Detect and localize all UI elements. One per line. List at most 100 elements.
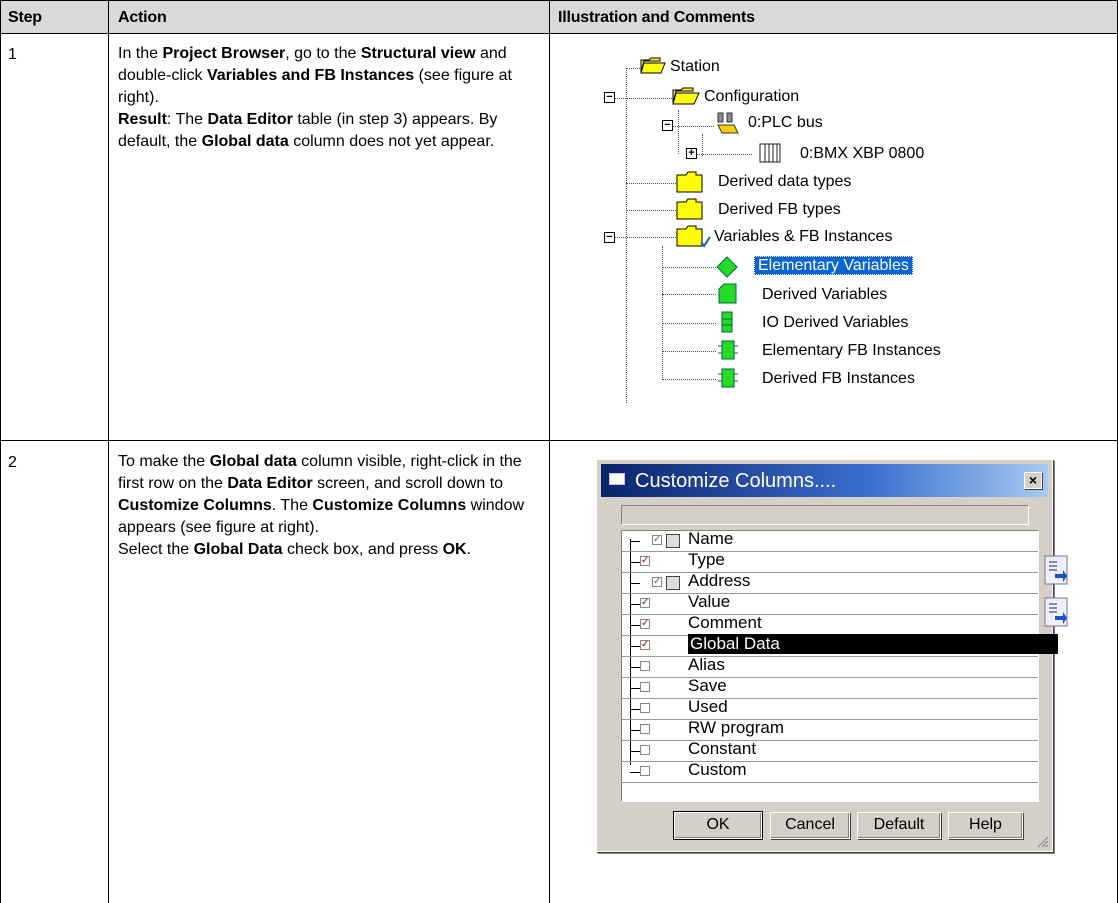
move-up-button[interactable] <box>1043 554 1071 588</box>
tree-item-station[interactable]: Station <box>670 58 720 76</box>
column-label: Value <box>688 592 731 611</box>
column-row[interactable]: ✓ Value <box>622 592 1038 615</box>
tree-item-variables[interactable]: Variables & FB Instances <box>714 228 892 246</box>
grid-line <box>0 0 1 903</box>
bold-term: Project Browser <box>162 45 286 62</box>
tree-connector <box>662 294 716 295</box>
collapse-toggle-icon[interactable]: − <box>662 120 673 131</box>
column-checkbox[interactable]: ✓ <box>640 598 650 608</box>
column-checkbox[interactable]: ✓ <box>640 640 650 650</box>
column-checkbox[interactable]: ✓ <box>640 619 650 629</box>
column-checkbox[interactable] <box>640 661 650 671</box>
cancel-button[interactable]: Cancel <box>770 812 850 839</box>
column-row[interactable]: ✓ Global Data <box>622 634 1058 657</box>
tree-item-derived-fb-types[interactable]: Derived FB types <box>718 201 841 219</box>
derived-variable-icon <box>718 283 737 304</box>
tree-item-elementary-fb-instances[interactable]: Elementary FB Instances <box>762 342 941 360</box>
folder-icon <box>676 198 703 220</box>
dialog-title-bar[interactable]: Customize Columns.... × <box>601 464 1048 497</box>
open-folder-icon <box>640 57 666 74</box>
collapse-toggle-icon[interactable]: − <box>604 92 615 103</box>
column-checkbox[interactable] <box>640 766 650 776</box>
tree-item-configuration[interactable]: Configuration <box>704 88 799 106</box>
action-text-run: : The <box>166 111 208 128</box>
tree-connector <box>630 625 640 626</box>
tree-connector <box>630 667 640 668</box>
action-text-run: . <box>466 541 472 558</box>
grid-line <box>0 0 1118 1</box>
tree-item-io-derived-variables[interactable]: IO Derived Variables <box>762 314 908 332</box>
column-row[interactable]: ✓ Type <box>622 550 1038 573</box>
tree-item-derived-fb-instances[interactable]: Derived FB Instances <box>762 370 915 388</box>
column-row[interactable]: Used <box>622 697 1038 720</box>
column-checkbox[interactable] <box>640 745 650 755</box>
tree-connector <box>630 541 640 542</box>
tree-connector <box>662 323 716 324</box>
project-browser-tree: − − + − Station Configuration 0:PLC bus … <box>596 50 996 410</box>
column-row[interactable]: ✓ Address <box>622 571 1038 594</box>
key-field-icon <box>666 534 680 548</box>
bold-term: Customize Columns <box>118 497 272 514</box>
column-label: Address <box>688 571 751 590</box>
plc-bus-icon <box>717 112 739 134</box>
column-row[interactable]: Constant <box>622 739 1038 762</box>
collapse-toggle-icon[interactable]: − <box>604 232 615 243</box>
bold-term: Global data <box>201 133 289 150</box>
tree-connector <box>626 183 676 184</box>
column-list[interactable]: ✓ Name ✓ Type ✓ Address ✓ Value ✓ Comment ✓ Global … <box>621 529 1058 802</box>
dialog-title: Customize Columns.... <box>635 470 837 492</box>
resize-grip-icon[interactable] <box>1035 834 1049 848</box>
tree-connector <box>668 126 714 127</box>
bold-term: OK <box>442 541 467 558</box>
column-checkbox[interactable]: ✓ <box>652 535 662 545</box>
tree-connector <box>630 688 640 689</box>
close-button[interactable]: × <box>1024 472 1042 489</box>
column-row[interactable]: ✓ Comment <box>622 613 1038 636</box>
diamond-icon <box>716 256 738 278</box>
column-checkbox[interactable]: ✓ <box>640 556 650 566</box>
tree-item-rack[interactable]: 0:BMX XBP 0800 <box>800 145 924 163</box>
tree-connector <box>630 583 640 584</box>
column-label: Global Data <box>688 634 1058 654</box>
tree-item-derived-data-types[interactable]: Derived data types <box>718 173 851 191</box>
column-checkbox[interactable] <box>640 724 650 734</box>
bold-term: Structural view <box>360 45 476 62</box>
move-down-button[interactable] <box>1043 596 1071 630</box>
step-1-action-text: In the Project Browser, go to the Struct… <box>118 43 550 153</box>
grid-line <box>108 0 109 903</box>
tree-connector <box>610 237 676 238</box>
tree-item-plc-bus[interactable]: 0:PLC bus <box>748 114 823 132</box>
column-row[interactable]: Alias <box>622 655 1038 678</box>
column-row[interactable]: Save <box>622 676 1038 699</box>
tree-connector <box>626 68 627 403</box>
column-checkbox[interactable] <box>640 682 650 692</box>
tree-connector <box>610 98 674 99</box>
bold-term: Variables and FB Instances <box>206 67 415 84</box>
column-label: Comment <box>688 613 762 632</box>
action-text-run: To make the <box>118 453 210 470</box>
bold-term: Data Editor <box>227 475 313 492</box>
bold-term: Customize Columns <box>312 497 467 514</box>
help-button[interactable]: Help <box>948 812 1023 839</box>
expand-toggle-icon[interactable]: + <box>686 148 697 159</box>
step-number: 1 <box>8 46 17 63</box>
grid-line <box>0 440 1118 441</box>
bold-term: Global data <box>209 453 297 470</box>
column-checkbox[interactable]: ✓ <box>652 577 662 587</box>
tree-connector <box>630 751 640 752</box>
tree-item-elementary-variables[interactable]: Elementary Variables <box>754 256 913 275</box>
default-button[interactable]: Default <box>857 812 941 839</box>
column-label: Constant <box>688 739 757 758</box>
column-label: Alias <box>688 655 725 674</box>
column-checkbox[interactable] <box>640 703 650 713</box>
column-row[interactable]: ✓ Name <box>622 529 1038 552</box>
grid-line <box>0 33 1118 34</box>
folder-icon <box>676 171 703 193</box>
column-row[interactable]: RW program <box>622 718 1038 741</box>
tree-item-derived-variables[interactable]: Derived Variables <box>762 286 887 304</box>
step-2-action-text: To make the Global data column visible, … <box>118 451 550 561</box>
header-illustration: Illustration and Comments <box>558 9 755 26</box>
ok-button[interactable]: OK <box>673 811 763 840</box>
column-row[interactable]: Custom <box>622 760 1038 783</box>
rack-icon <box>759 143 781 163</box>
